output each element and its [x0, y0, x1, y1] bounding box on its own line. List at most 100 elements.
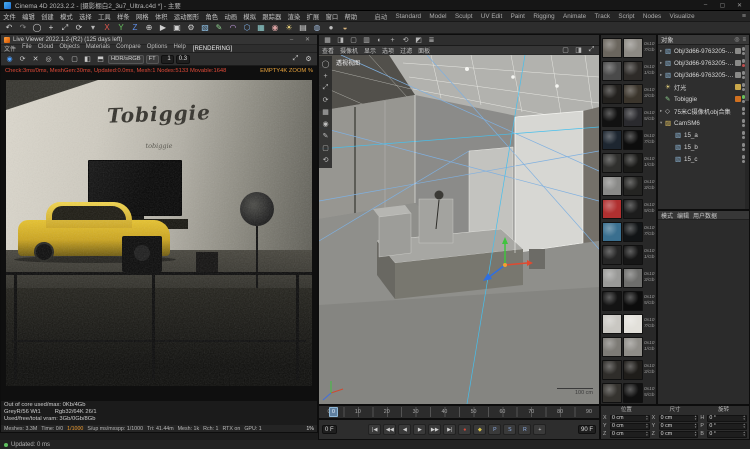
object-tag[interactable]: [735, 60, 741, 66]
object-row[interactable]: ▸ ◇ 75米C摄像机obj合集: [658, 105, 749, 117]
material-thumbnail[interactable]: [623, 176, 643, 196]
maximize-button[interactable]: ▢: [716, 2, 729, 9]
material-thumbnail[interactable]: [602, 222, 622, 242]
material-thumbnail[interactable]: [623, 84, 643, 104]
timeline-ruler[interactable]: 0102030405060708090 0: [318, 405, 600, 419]
view-toggle-icon[interactable]: ◨: [573, 46, 584, 55]
material-thumbnail[interactable]: [602, 153, 622, 173]
material-thumbnail[interactable]: [623, 61, 643, 81]
rotate-tool-icon[interactable]: ⟳: [321, 95, 331, 105]
workspace-tab[interactable]: Script: [614, 13, 638, 20]
object-tag[interactable]: [735, 132, 741, 138]
object-row[interactable]: ▸ ▧ Obj/3d66-9763205-195-400: [658, 57, 749, 69]
redo-icon[interactable]: ↷: [17, 23, 29, 33]
workspace-tab[interactable]: Sculpt: [451, 13, 477, 20]
mograph-icon[interactable]: ⬡: [241, 23, 253, 33]
object-list-scrollbar[interactable]: [745, 45, 749, 209]
coordinate-field[interactable]: 0 °▴▾: [707, 423, 747, 430]
coordinate-system-icon[interactable]: ⊕: [143, 23, 155, 33]
material-thumbnail[interactable]: [623, 38, 643, 58]
material-thumbnail[interactable]: [602, 61, 622, 81]
object-row[interactable]: ▾ ▨ CamSM6: [658, 117, 749, 129]
coordinate-field[interactable]: 0 °▴▾: [707, 431, 747, 438]
object-row[interactable]: ▧ 15_a: [658, 129, 749, 141]
move-icon[interactable]: +: [45, 23, 57, 33]
attribute-menu-item[interactable]: 编辑: [677, 211, 689, 220]
spline-pen-icon[interactable]: ✎: [213, 23, 225, 33]
view-options-icon[interactable]: ≣: [426, 36, 437, 45]
menu-item[interactable]: 样条: [114, 12, 133, 21]
object-tag[interactable]: [735, 120, 741, 126]
object-tag[interactable]: [735, 108, 741, 114]
camera-icon[interactable]: ▤: [297, 23, 309, 33]
material-thumbnail[interactable]: [602, 360, 622, 380]
menu-item[interactable]: 编辑: [19, 12, 38, 21]
gamma-field[interactable]: 0.3: [176, 55, 190, 64]
stop-render-icon[interactable]: ✕: [30, 54, 41, 64]
isolate-icon[interactable]: ◩: [413, 36, 424, 45]
material-thumbnail[interactable]: [623, 360, 643, 380]
single-view-icon[interactable]: ▢: [348, 36, 359, 45]
camera-lock-icon[interactable]: ⬒: [95, 54, 106, 64]
menu-item[interactable]: 跟踪器: [259, 12, 284, 21]
menu-item[interactable]: 窗口: [322, 12, 341, 21]
material-thumbnail[interactable]: [602, 107, 622, 127]
y-axis-lock-icon[interactable]: Y: [115, 23, 127, 33]
menu-item[interactable]: 模式: [57, 12, 76, 21]
material-thumbnail[interactable]: [602, 314, 622, 334]
viewport-menu-item[interactable]: 过滤: [397, 46, 415, 55]
scale-icon[interactable]: ⤢: [59, 23, 71, 33]
coordinate-field[interactable]: 0 cm▴▾: [659, 423, 699, 430]
orbit-icon[interactable]: ⟲: [400, 36, 411, 45]
reset-view-icon[interactable]: ⟲: [321, 155, 331, 165]
object-row[interactable]: ▧ 15_b: [658, 141, 749, 153]
panel-menu-icon[interactable]: ≡: [742, 37, 746, 43]
close-button[interactable]: ✕: [733, 2, 746, 9]
object-row[interactable]: ▸ ▧ Obj/3d66-9763205-1-954: [658, 45, 749, 57]
workspace-tab[interactable]: Paint: [506, 13, 529, 20]
render-settings-icon[interactable]: ⚙: [185, 23, 197, 33]
focus-picker-icon[interactable]: ◎: [43, 54, 54, 64]
viewport-3d-scene[interactable]: [319, 55, 599, 404]
goto-start-button[interactable]: |◀: [368, 424, 381, 435]
attribute-menu-item[interactable]: 模式: [661, 211, 673, 220]
live-viewer-titlebar[interactable]: Live Viewer 2022.1.2-(R2) (125 days left…: [1, 35, 317, 44]
workspace-tab[interactable]: UV Edit: [477, 13, 507, 20]
rotate-icon[interactable]: ⟳: [73, 23, 85, 33]
exposure-field[interactable]: 1: [161, 55, 174, 64]
lv-menu-item[interactable]: File: [19, 44, 35, 53]
split-view-icon[interactable]: ◨: [335, 36, 346, 45]
material-thumbnail[interactable]: [602, 383, 622, 403]
viewport-menu-item[interactable]: 面板: [415, 46, 433, 55]
material-thumbnail[interactable]: [623, 245, 643, 265]
z-axis-lock-icon[interactable]: Z: [129, 23, 141, 33]
render-toggle-icon[interactable]: ◉: [321, 119, 331, 129]
menu-item[interactable]: 模拟: [240, 12, 259, 21]
grid-snap-icon[interactable]: ▦: [321, 107, 331, 117]
object-row[interactable]: ▧ 15_c: [658, 153, 749, 165]
menu-item[interactable]: 文件: [0, 12, 19, 21]
primitive-cube-icon[interactable]: ▧: [199, 23, 211, 33]
workspace-tab[interactable]: Track: [590, 13, 614, 20]
render-view[interactable]: Check:3ms/0ms, MeshGen:30ms, Updated:0.0…: [1, 66, 317, 401]
material-thumbnail[interactable]: [623, 153, 643, 173]
menu-item[interactable]: 网格: [133, 12, 152, 21]
minimize-button[interactable]: –: [699, 2, 712, 8]
display-mode-icon[interactable]: ◐: [374, 36, 385, 45]
fit-view-icon[interactable]: ⤢: [290, 54, 301, 64]
material-thumbnail[interactable]: [602, 176, 622, 196]
material-thumbnail[interactable]: [602, 84, 622, 104]
menu-item[interactable]: 帮助: [341, 12, 360, 21]
menu-item[interactable]: 运动图形: [171, 12, 203, 21]
volume-icon[interactable]: ▦: [255, 23, 267, 33]
timeline-end-field[interactable]: 90 F: [578, 425, 596, 434]
menu-item[interactable]: 扩展: [303, 12, 322, 21]
material-thumbnail[interactable]: [602, 291, 622, 311]
viewport-menu-item[interactable]: 选项: [379, 46, 397, 55]
lv-menu-item[interactable]: 文件: [1, 44, 19, 53]
timeline-start-field[interactable]: 0 F: [322, 425, 337, 434]
viewport-menu-item[interactable]: 显示: [361, 46, 379, 55]
lv-menu-item[interactable]: Compare: [113, 44, 144, 53]
object-tag[interactable]: [735, 144, 741, 150]
quad-view-icon[interactable]: ▥: [361, 36, 372, 45]
